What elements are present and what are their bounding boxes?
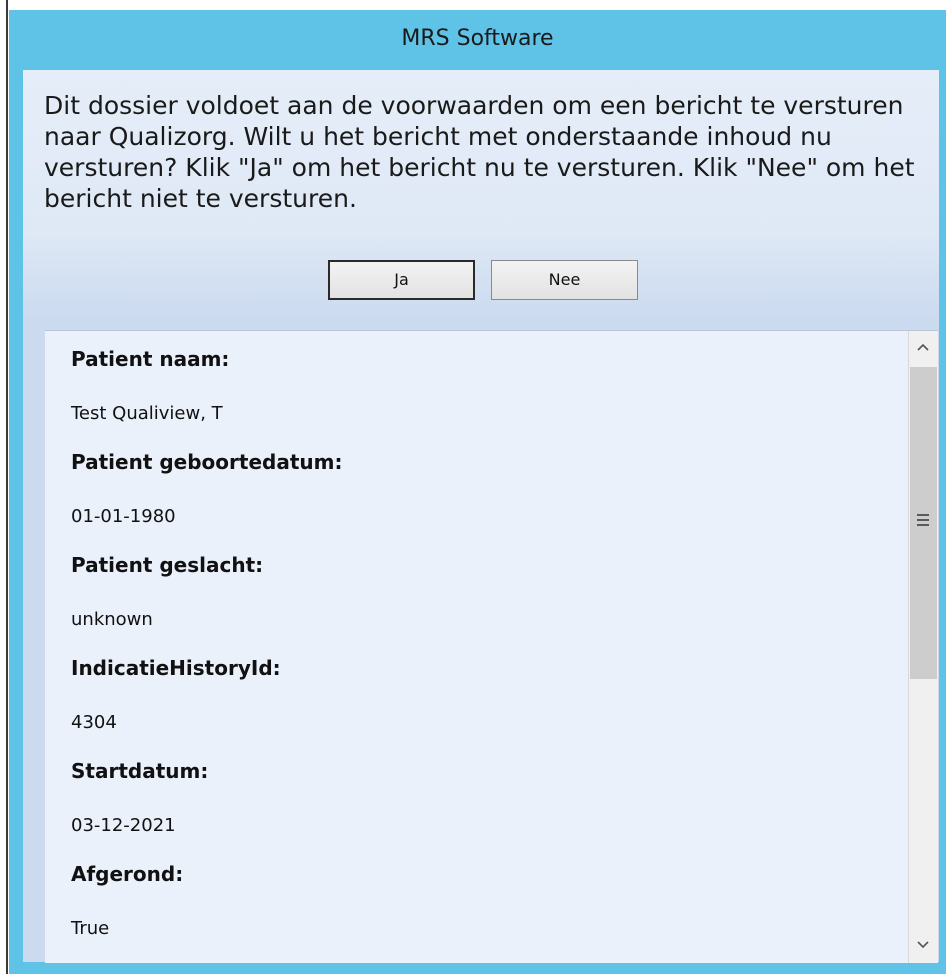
dialog-client-area: Dit dossier voldoet aan de voorwaarden o… [23, 70, 939, 963]
chevron-down-icon [917, 941, 929, 949]
background-window-edge [0, 0, 8, 974]
field-value-birthdate: 01-01-1980 [71, 506, 176, 527]
dialog-window: MRS Software Dit dossier voldoet aan de … [9, 10, 946, 974]
scroll-up-arrow[interactable] [909, 331, 938, 365]
field-value-gender: unknown [71, 609, 153, 630]
no-button[interactable]: Nee [491, 260, 638, 300]
field-value-startdatum: 03-12-2021 [71, 815, 176, 836]
field-value-indicatie-history-id: 4304 [71, 712, 117, 733]
chevron-up-icon [917, 343, 929, 351]
details-panel[interactable]: Patient naam: Test Qualiview, T Patient … [45, 330, 938, 963]
field-value-patient-name: Test Qualiview, T [71, 403, 223, 424]
field-label-indicatie-history-id: IndicatieHistoryId: [71, 656, 281, 680]
grip-icon [917, 514, 929, 526]
scrollbar-thumb[interactable] [910, 367, 937, 679]
title-bar[interactable]: MRS Software [9, 10, 946, 70]
field-label-patient-name: Patient naam: [71, 347, 230, 371]
field-label-afgerond: Afgerond: [71, 862, 184, 886]
field-label-birthdate: Patient geboortedatum: [71, 450, 343, 474]
field-value-afgerond: True [71, 918, 110, 939]
scroll-down-arrow[interactable] [909, 929, 938, 963]
vertical-scrollbar[interactable] [908, 331, 938, 963]
yes-button[interactable]: Ja [328, 260, 475, 300]
window-title: MRS Software [401, 26, 554, 51]
field-label-gender: Patient geslacht: [71, 553, 264, 577]
field-label-startdatum: Startdatum: [71, 759, 209, 783]
dialog-message: Dit dossier voldoet aan de voorwaarden o… [44, 91, 915, 213]
